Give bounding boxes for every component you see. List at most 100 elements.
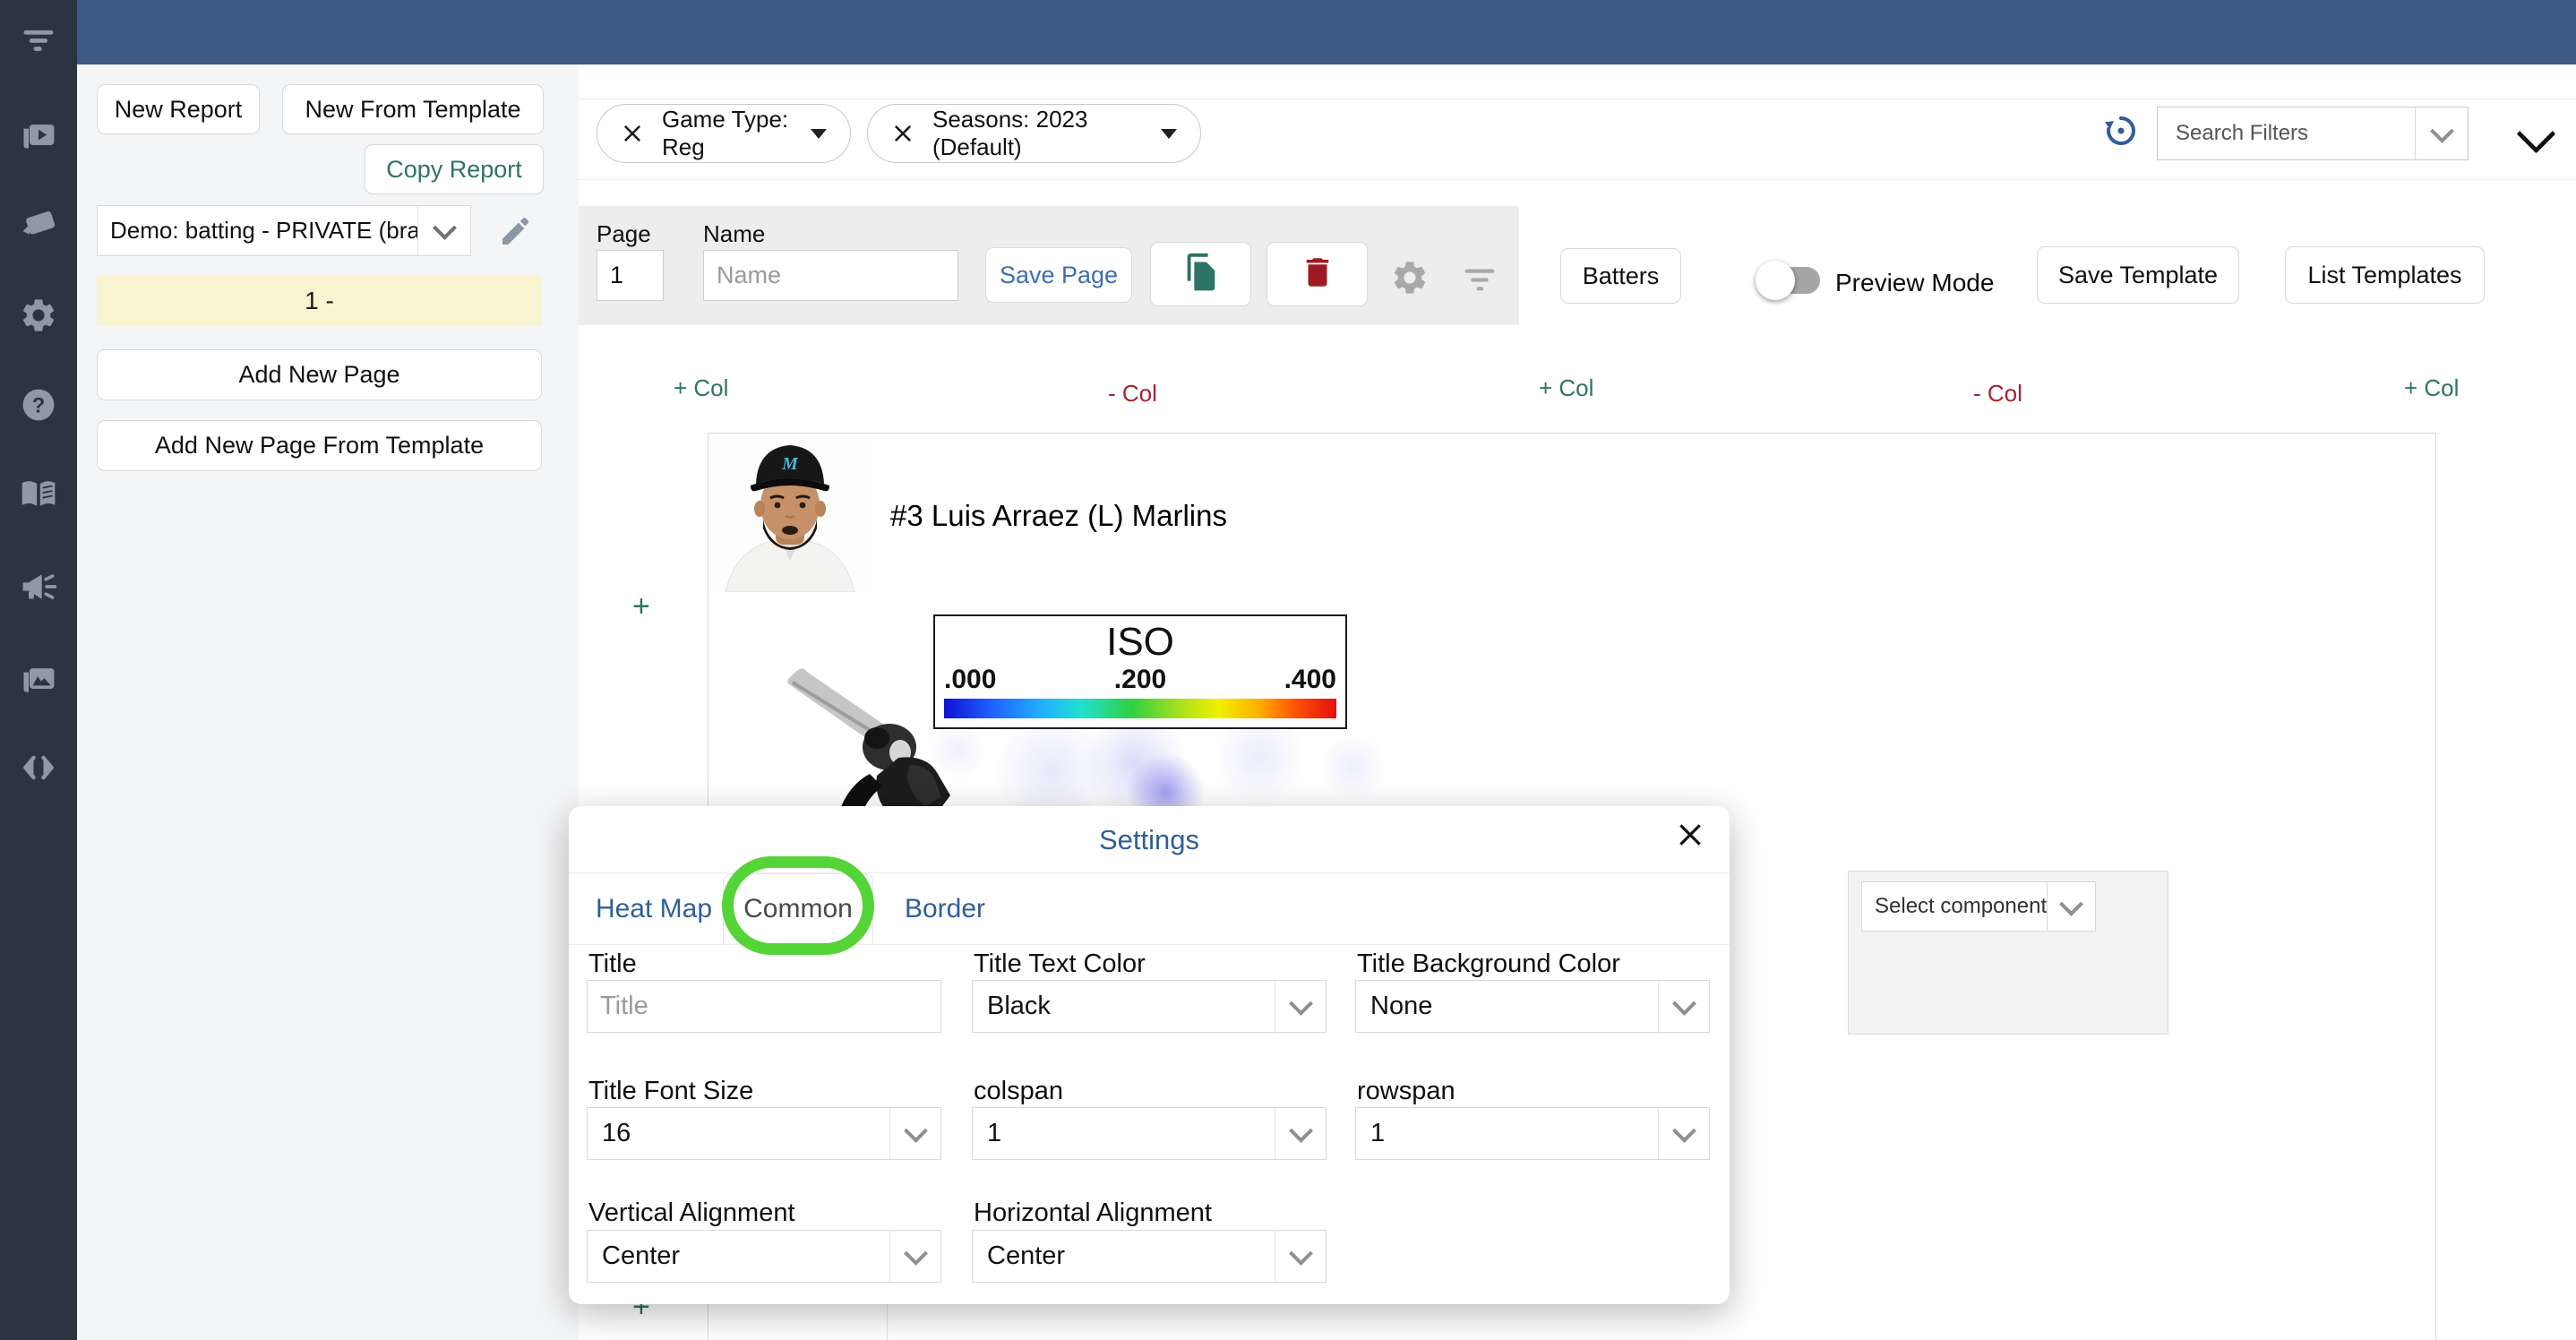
vertical-alignment-value: Center [588, 1241, 889, 1271]
select-component-dropdown[interactable]: Select component [1861, 881, 2096, 932]
x-icon [1675, 820, 1705, 855]
add-col-button-2[interactable]: + Col [1539, 374, 1593, 402]
chevron-down-icon [1275, 981, 1326, 1032]
caret-down-icon [1161, 129, 1177, 139]
top-bar [77, 0, 2576, 64]
add-new-page-from-template-button[interactable]: Add New Page From Template [97, 420, 542, 471]
legend-gradient-bar [944, 699, 1336, 718]
search-filters-dropdown[interactable]: Search Filters [2157, 107, 2469, 160]
chevron-down-icon [889, 1231, 940, 1282]
add-row-button-top[interactable]: + [632, 589, 650, 624]
empty-component-cell: Select component [1848, 871, 2168, 1035]
horizontal-alignment-label: Horizontal Alignment [974, 1198, 1212, 1228]
select-component-placeholder: Select component [1862, 894, 2047, 919]
title-text-color-label: Title Text Color [974, 949, 1146, 979]
divider [569, 944, 1730, 945]
copy-page-icon [1181, 252, 1222, 297]
megaphone-icon[interactable] [0, 562, 77, 612]
new-from-template-button[interactable]: New From Template [282, 84, 544, 134]
page-label: Page [597, 220, 651, 248]
add-new-page-button[interactable]: Add New Page [97, 349, 542, 400]
search-filters-placeholder: Search Filters [2158, 121, 2415, 146]
chevron-down-icon [889, 1108, 940, 1159]
title-font-size-label: Title Font Size [588, 1077, 753, 1106]
report-select-value: Demo: batting - PRIVATE (brad... [98, 217, 417, 245]
title-font-size-select[interactable]: 16 [587, 1107, 941, 1160]
colspan-value: 1 [973, 1119, 1275, 1148]
image-library-icon[interactable] [0, 654, 77, 704]
title-font-size-value: 16 [588, 1119, 889, 1148]
filter-chip-label: Seasons: 2023 (Default) [932, 106, 1143, 161]
legend-tick-high: .400 [1284, 665, 1336, 695]
batters-button[interactable]: Batters [1560, 248, 1681, 304]
tab-heat-map[interactable]: Heat Map [587, 873, 721, 944]
copy-page-button[interactable] [1150, 242, 1251, 306]
preview-mode-label: Preview Mode [1835, 269, 1994, 297]
preview-mode-toggle-knob[interactable] [1756, 261, 1795, 300]
remove-filter-icon[interactable] [891, 122, 914, 145]
book-icon[interactable] [0, 469, 77, 520]
page-number-input[interactable] [597, 250, 664, 301]
title-bg-color-select[interactable]: None [1355, 980, 1710, 1033]
svg-text:?: ? [32, 393, 46, 417]
trash-icon [1299, 253, 1336, 296]
vertical-alignment-select[interactable]: Center [587, 1230, 941, 1283]
remove-col-button-1[interactable]: - Col [1108, 380, 1157, 408]
filter-lines-icon[interactable] [0, 13, 77, 64]
card-icon[interactable] [0, 197, 77, 247]
history-icon[interactable] [2103, 113, 2139, 153]
add-col-button-3[interactable]: + Col [2404, 374, 2459, 402]
settings-gear-icon[interactable] [0, 290, 77, 340]
tab-border[interactable]: Border [882, 873, 1008, 944]
title-input[interactable] [587, 980, 941, 1033]
remove-col-button-2[interactable]: - Col [1973, 380, 2022, 408]
page-list-item-label: 1 - [305, 287, 334, 315]
filter-chip-seasons[interactable]: Seasons: 2023 (Default) [867, 104, 1201, 163]
list-templates-button[interactable]: List Templates [2285, 246, 2485, 304]
chevron-down-icon [2415, 107, 2468, 159]
page-name-input[interactable] [703, 250, 958, 301]
modal-title: Settings [569, 824, 1730, 856]
chevron-down-icon [1658, 1108, 1709, 1159]
settings-modal: Settings Heat Map Common Border Title Ti… [569, 806, 1730, 1304]
title-bg-color-value: None [1356, 992, 1658, 1021]
pencil-icon[interactable] [498, 213, 534, 253]
save-page-button[interactable]: Save Page [985, 247, 1132, 303]
page-list-item-1[interactable]: 1 - [97, 276, 542, 326]
legend-tick-low: .000 [944, 665, 996, 695]
horizontal-alignment-value: Center [973, 1241, 1275, 1271]
colspan-select[interactable]: 1 [972, 1107, 1327, 1160]
chevron-down-icon [1275, 1231, 1326, 1282]
copy-report-button[interactable]: Copy Report [365, 144, 544, 194]
page-settings-gear-icon[interactable] [1390, 258, 1430, 302]
title-bg-color-label: Title Background Color [1357, 949, 1620, 979]
title-text-color-select[interactable]: Black [972, 980, 1327, 1033]
close-modal-button[interactable] [1670, 817, 1710, 856]
report-select-dropdown[interactable]: Demo: batting - PRIVATE (brad... [97, 205, 471, 256]
rowspan-label: rowspan [1357, 1077, 1455, 1106]
add-col-button-1[interactable]: + Col [674, 374, 728, 402]
chevron-down-icon [1658, 981, 1709, 1032]
new-report-button[interactable]: New Report [97, 84, 260, 134]
filter-chip-game-type[interactable]: Game Type: Reg [597, 104, 851, 163]
app-window: New Report New From Template Copy Report… [0, 0, 2576, 1340]
filter-chip-label: Game Type: Reg [662, 106, 793, 161]
chevron-down-icon [2047, 882, 2095, 931]
vertical-alignment-label: Vertical Alignment [588, 1198, 795, 1228]
tab-common[interactable]: Common [723, 873, 873, 944]
video-library-icon[interactable] [0, 110, 77, 160]
rowspan-select[interactable]: 1 [1355, 1107, 1710, 1160]
name-label: Name [703, 220, 765, 248]
title-text-color-value: Black [973, 992, 1275, 1021]
page-filter-lines-icon[interactable] [1462, 263, 1498, 300]
sidebar: ? [0, 0, 77, 1340]
delete-page-button[interactable] [1267, 242, 1368, 306]
colspan-label: colspan [974, 1077, 1063, 1106]
remove-filter-icon[interactable] [621, 122, 644, 145]
save-template-button[interactable]: Save Template [2037, 246, 2239, 304]
caret-down-icon [811, 129, 827, 139]
code-icon[interactable] [0, 743, 77, 793]
chevron-down-icon [417, 206, 470, 255]
help-icon[interactable]: ? [0, 380, 77, 430]
horizontal-alignment-select[interactable]: Center [972, 1230, 1327, 1283]
